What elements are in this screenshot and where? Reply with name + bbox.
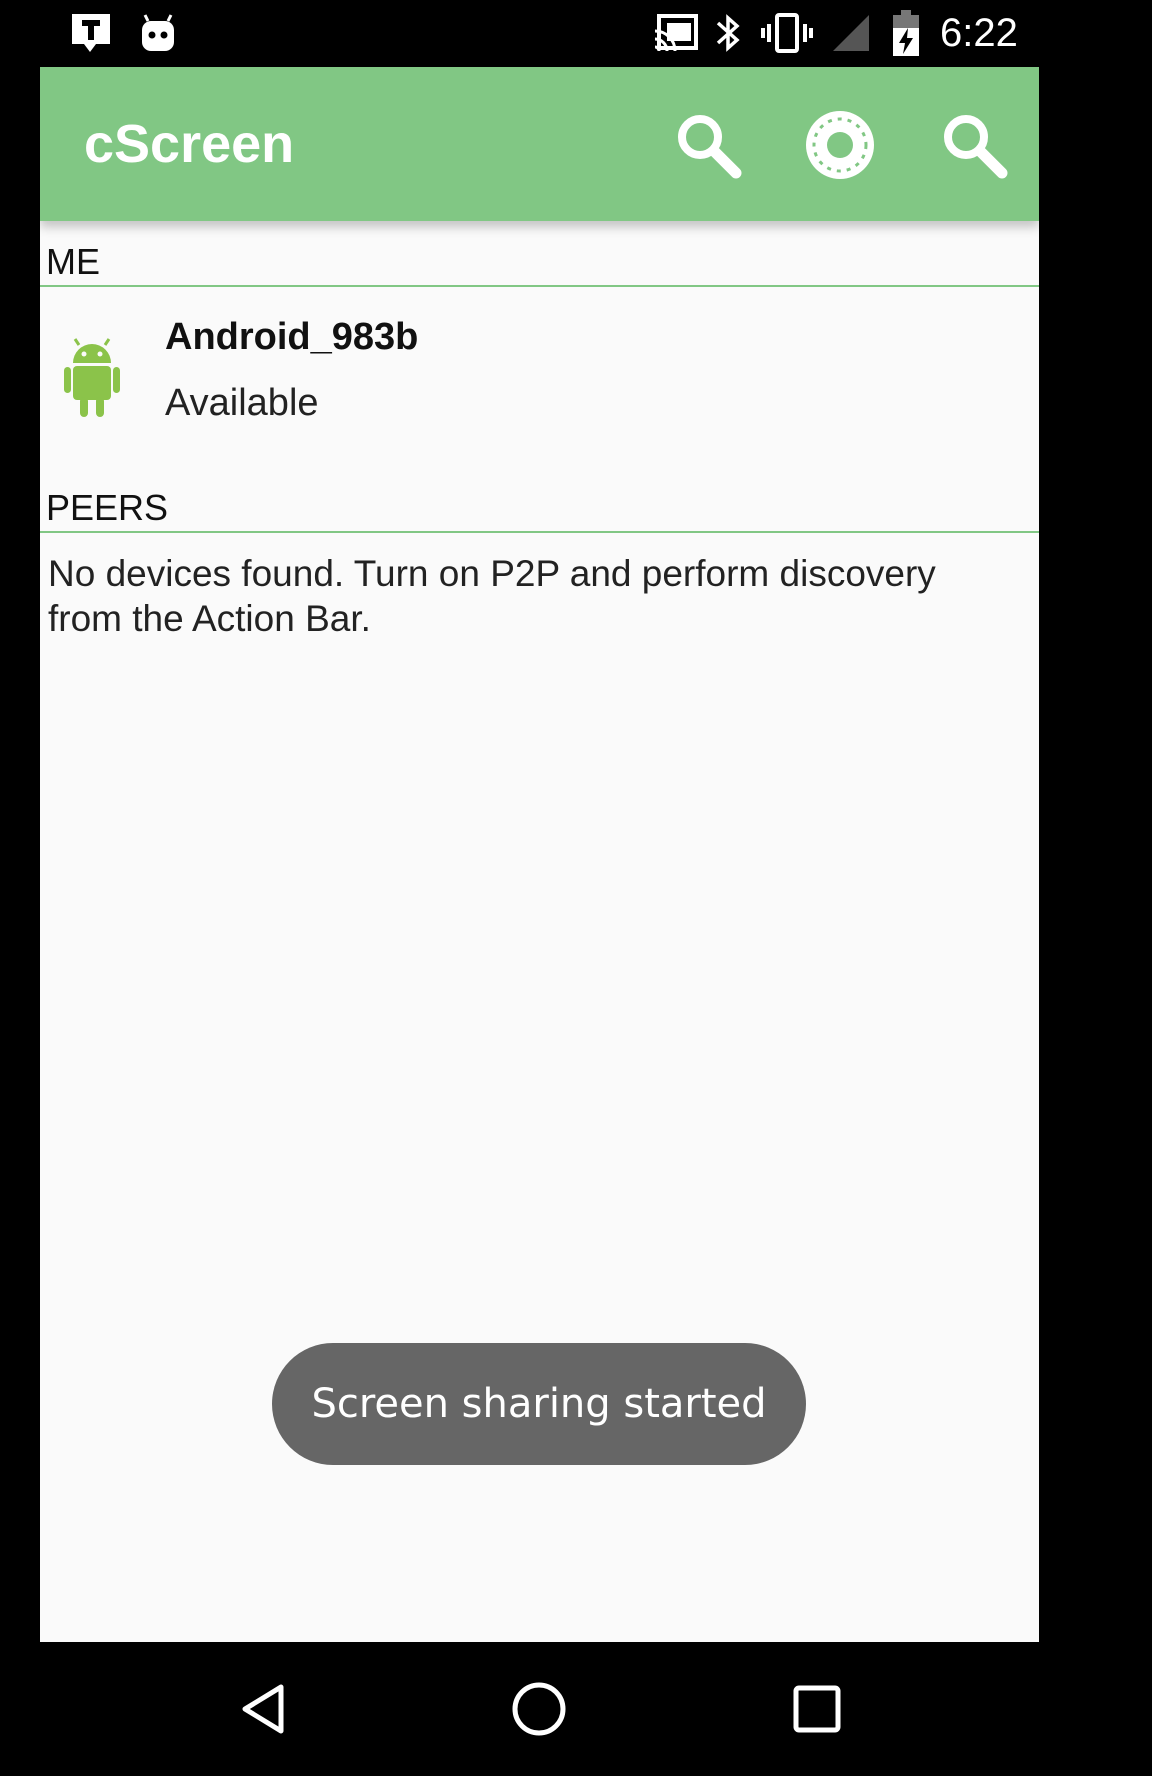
cast-icon	[652, 10, 700, 56]
device-name: Android_983b	[165, 316, 419, 358]
my-device-item[interactable]	[40, 285, 1039, 455]
navigation-bar	[0, 1642, 1152, 1776]
device-status: Available	[165, 382, 319, 424]
search-button[interactable]	[668, 105, 748, 185]
home-icon	[512, 1682, 566, 1736]
search-button-secondary[interactable]	[934, 105, 1014, 185]
android-debug-icon	[138, 10, 178, 56]
peers-empty-message: No devices found. Turn on P2P and perfor…	[48, 553, 936, 639]
me-section-header: ME	[40, 241, 1039, 287]
search-icon	[944, 115, 1008, 179]
peers-section-header: PEERS	[40, 487, 1039, 533]
recents-icon	[793, 1685, 841, 1733]
me-section-label: ME	[46, 241, 100, 282]
notification-t-icon	[66, 10, 116, 56]
status-bar: 6:22	[0, 0, 1152, 67]
settings-icon	[806, 111, 874, 179]
android-robot-icon	[64, 337, 120, 419]
signal-icon	[830, 10, 872, 56]
settings-button[interactable]	[800, 105, 880, 185]
toast-message: Screen sharing started	[311, 1381, 767, 1427]
status-time: 6:22	[940, 11, 1018, 55]
search-icon	[678, 115, 742, 179]
back-icon	[242, 1684, 284, 1734]
home-button[interactable]	[494, 1664, 584, 1754]
toast: Screen sharing started	[272, 1343, 806, 1465]
bluetooth-icon	[712, 10, 744, 56]
app-title: cScreen	[84, 114, 295, 174]
recents-button[interactable]	[772, 1664, 862, 1754]
battery-charging-icon	[890, 10, 922, 56]
peers-section-label: PEERS	[46, 487, 169, 528]
vibrate-icon	[760, 10, 814, 56]
app-screen: cScreen ME Android_983b Available PEERS …	[40, 67, 1039, 1642]
app-bar: cScreen	[40, 67, 1039, 221]
back-button[interactable]	[218, 1664, 308, 1754]
